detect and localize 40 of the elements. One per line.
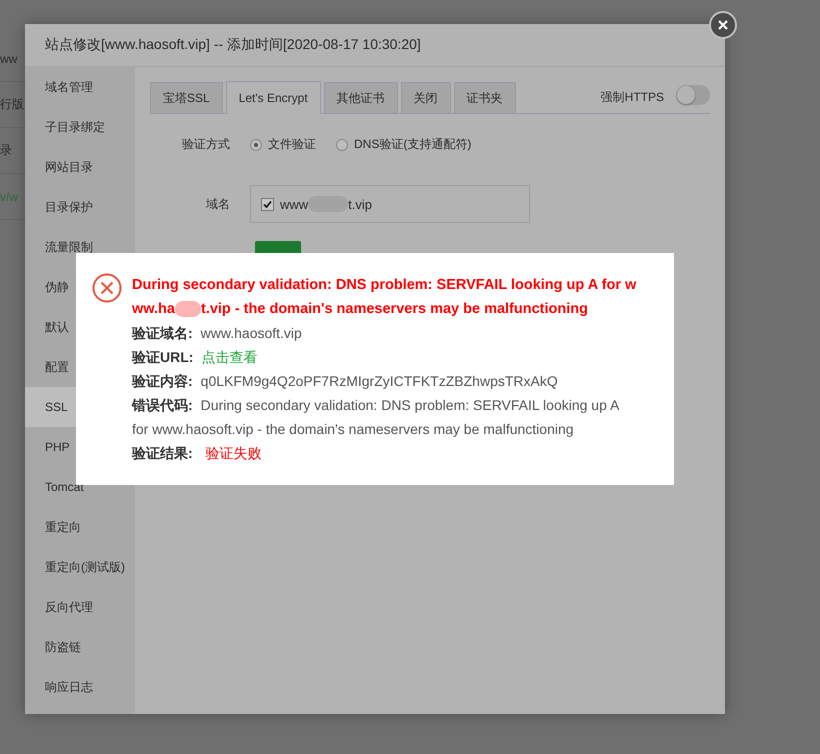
close-icon [717, 19, 729, 31]
close-button[interactable] [709, 11, 737, 39]
info-row-text: 验证URL: 点击查看 [132, 348, 258, 367]
sidebar-item[interactable]: 域名管理 [25, 67, 135, 107]
info-row-text: 错误代码: During secondary validation: DNS problem: SERVFAIL looking up A for www.haosoft.vip - the domain's nameservers may be malfunctioning [132, 396, 620, 439]
tab[interactable]: 证书夹 [454, 82, 516, 113]
switch-label: 强制HTTPS [600, 88, 664, 106]
checkbox[interactable] [261, 198, 274, 210]
error-message: During secondary validation: DNS problem: SERVFAIL looking up A for w [132, 276, 637, 295]
sidebar-item[interactable]: 响应日志 [25, 667, 135, 707]
error-icon [92, 273, 122, 303]
tab[interactable]: Let's Encrypt [226, 81, 321, 114]
radio-icon[interactable] [336, 138, 348, 150]
info-row-text: 验证域名: www.haosoft.vip [132, 324, 303, 343]
radio-option[interactable]: DNS验证(支持通配符) [336, 136, 472, 153]
tab[interactable]: 其他证书 [324, 82, 398, 113]
sidebar-item[interactable]: 重定向(测试版) [25, 547, 135, 587]
tab[interactable]: 宝塔SSL [150, 82, 223, 113]
field-label: 验证方式 [181, 136, 230, 153]
radio-icon[interactable] [250, 138, 262, 150]
radio-option[interactable]: 文件验证 [250, 136, 316, 153]
sidebar-item[interactable]: 网站目录 [25, 147, 135, 187]
tab[interactable]: 关闭 [400, 82, 451, 113]
domain-text: www t.vip [280, 196, 372, 212]
background-text: 行版 [0, 96, 24, 113]
field-label: 域名 [205, 196, 230, 212]
background-text: 录 [0, 142, 12, 159]
sidebar-item[interactable]: 防盗链 [25, 627, 135, 667]
dialog-title: 站点修改[www.haosoft.vip] -- 添加时间[2020-08-17 10:30:20] [45, 36, 421, 54]
domain-list-field[interactable]: www t.vip [250, 185, 530, 223]
sidebar-item[interactable]: 反向代理 [25, 587, 135, 627]
background-text: ww [0, 52, 18, 66]
info-row-text: 验证内容: q0LKFM9g4Q2oPF7RzMIgrZyICTFKTzZBZhwpsTRxAkQ [132, 372, 559, 391]
background-text: v/w [0, 190, 18, 204]
sidebar-item[interactable]: 重定向 [25, 507, 135, 547]
error-message: ww.ha t.vip - the domain's nameservers may be malfunctioning [132, 300, 589, 319]
sidebar-item[interactable]: 目录保护 [25, 187, 135, 227]
sidebar-item[interactable]: 子目录绑定 [25, 107, 135, 147]
toggle-switch[interactable] [676, 85, 710, 105]
info-row-text: 验证结果: 验证失败 [132, 444, 263, 463]
